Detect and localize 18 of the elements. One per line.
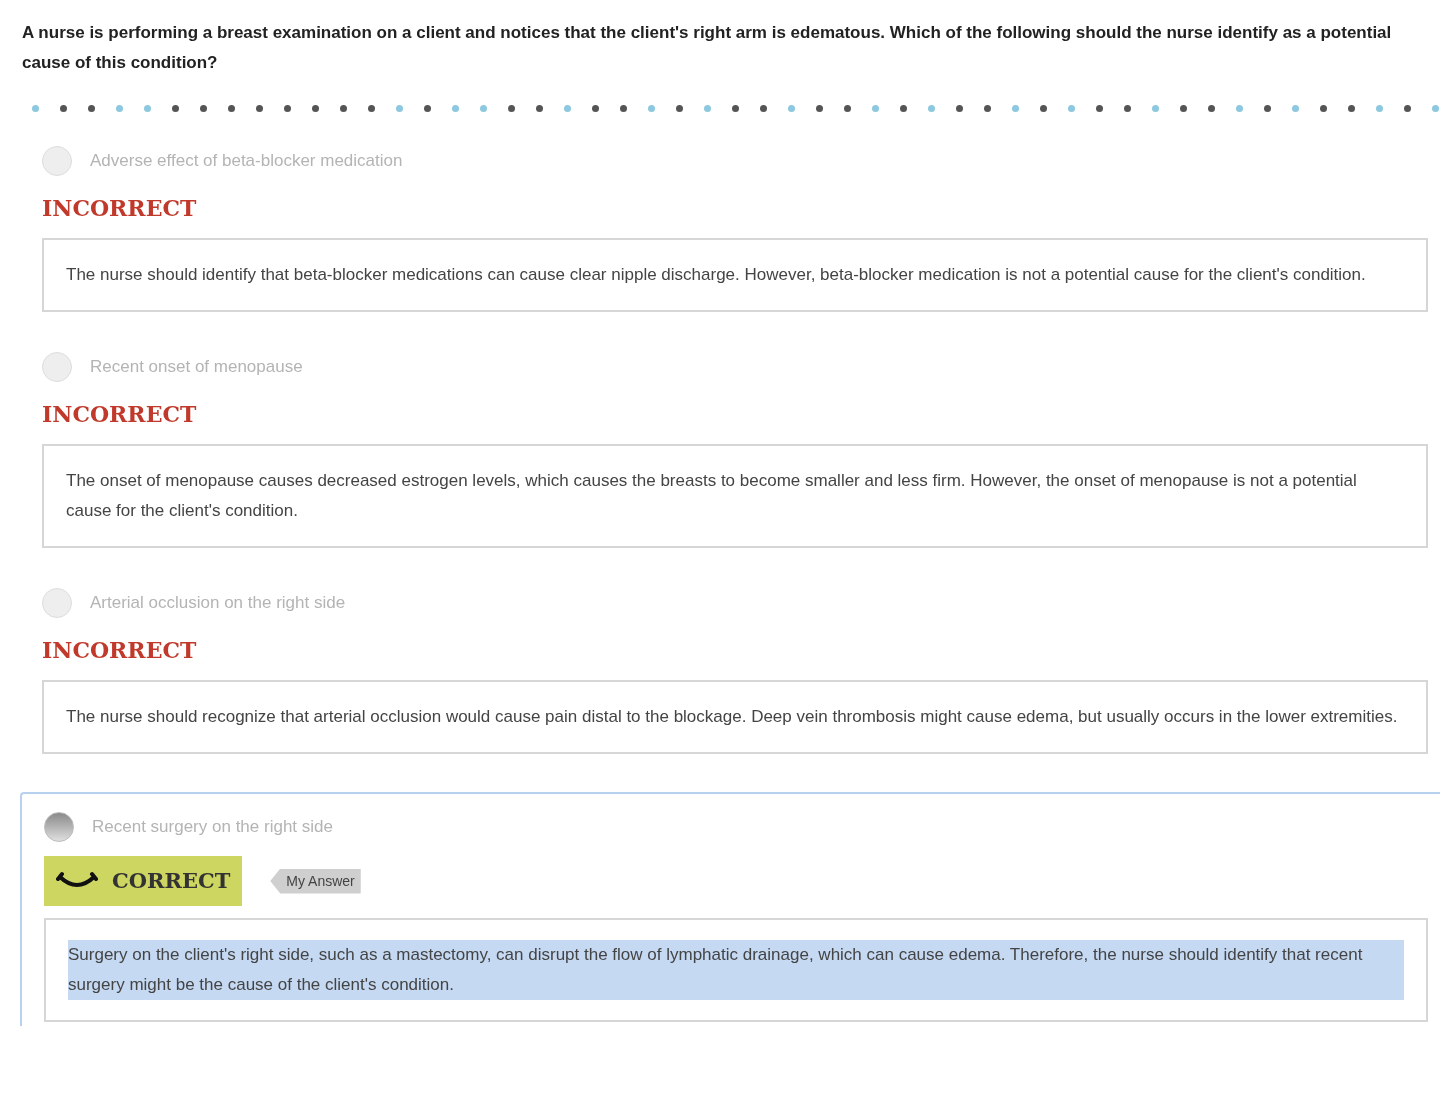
explanation-text: The nurse should recognize that arterial occlusion would cause pain distal to the blockage. Deep vein thrombosis might cause edema, but usually occurs in the lower extremities. bbox=[66, 706, 1399, 728]
question-text: A nurse is performing a breast examination on a client and notices that the client's right arm is edematous. Which of the following should the nurse identify as a potential cause of this condition? bbox=[22, 22, 1393, 74]
radio-button[interactable] bbox=[44, 812, 74, 842]
incorrect-label: INCORRECT bbox=[42, 400, 197, 429]
option-label: Adverse effect of beta-blocker medication bbox=[90, 150, 403, 173]
correct-badge: CORRECT bbox=[44, 856, 243, 906]
radio-button[interactable] bbox=[42, 588, 72, 618]
option-label: Recent onset of menopause bbox=[90, 356, 303, 379]
radio-button[interactable] bbox=[42, 352, 72, 382]
incorrect-label: INCORRECT bbox=[42, 194, 197, 223]
radio-button[interactable] bbox=[42, 146, 72, 176]
option-label: Recent surgery on the right side bbox=[92, 816, 333, 839]
explanation-text: The nurse should identify that beta-blocker medications can cause clear nipple discharge. However, beta-blocker medication is not a potential cause for the client's condition. bbox=[66, 264, 1367, 286]
option-label: Arterial occlusion on the right side bbox=[90, 592, 346, 615]
explanation-text: The onset of menopause causes decreased estrogen levels, which causes the breasts to become smaller and less firm. However, the onset of menopause is not a potential cause for the client's condition. bbox=[66, 470, 1358, 522]
incorrect-label: INCORRECT bbox=[42, 636, 197, 665]
explanation-text: Surgery on the client's right side, such as a mastectomy, can disrupt the flow of lymphatic drainage, which can cause edema. Therefore, the nurse should identify that recent surgery might be the cause of the client's condition. bbox=[68, 940, 1404, 1000]
my-answer-tag: My Answer bbox=[270, 868, 361, 894]
